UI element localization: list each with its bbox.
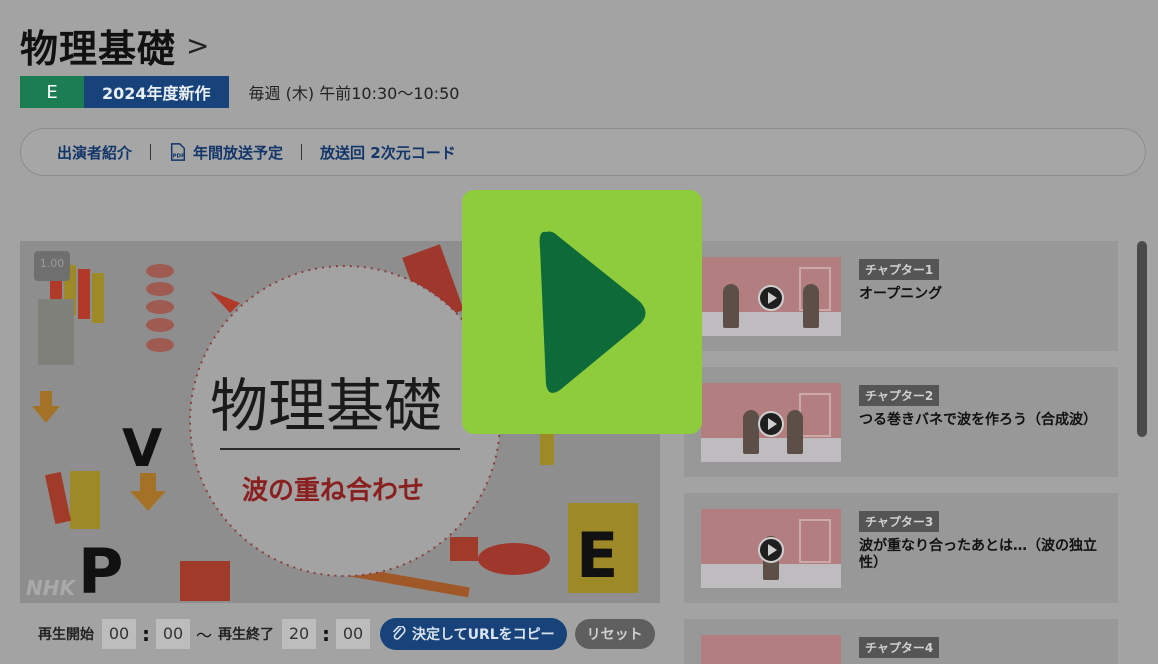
- chapter-list-scrollbar[interactable]: [1137, 241, 1147, 437]
- cast-link[interactable]: 出演者紹介: [57, 142, 132, 163]
- range-tilde: 〜: [196, 625, 213, 645]
- annual-schedule-label: 年間放送予定: [193, 143, 284, 162]
- chapter-thumbnail: [701, 383, 841, 462]
- pdf-icon-text: PDF: [173, 153, 185, 159]
- end-label: 再生終了: [218, 626, 275, 643]
- letter-p: P: [78, 535, 123, 603]
- channel-badge: E: [20, 76, 84, 108]
- annual-schedule-pdf-link[interactable]: PDF 年間放送予定: [169, 142, 283, 163]
- badge-row: E 2024年度新作 毎週 (木) 午前10:30～10:50: [20, 76, 459, 108]
- chapter-badge: チャプター4: [859, 637, 940, 658]
- start-label: 再生開始: [38, 626, 94, 643]
- play-circle-icon: [758, 537, 784, 563]
- reset-button[interactable]: リセット: [574, 618, 655, 649]
- chapter-item[interactable]: チャプター3 波が重なり合ったあとは…（波の独立性）: [684, 493, 1118, 603]
- nav-divider: [301, 144, 303, 160]
- chevron-right-icon[interactable]: >: [186, 29, 209, 62]
- program-nav-bar: 出演者紹介 PDF 年間放送予定 放送回 2次元コード: [20, 128, 1146, 176]
- play-circle-icon: [758, 285, 784, 311]
- chapter-title: つる巻きバネで波を作ろう（合成波）: [859, 412, 1097, 428]
- end-minute-input[interactable]: 20: [282, 618, 317, 649]
- qr-code-link[interactable]: 放送回 2次元コード: [320, 142, 456, 163]
- letter-e: E: [576, 519, 618, 592]
- end-colon: :: [322, 621, 331, 646]
- chapter-thumbnail: [701, 257, 841, 336]
- chapter-title: 波が重なり合ったあとは…（波の独立性）: [859, 538, 1097, 571]
- title-row: 物理基礎 >: [20, 18, 209, 73]
- chapter-badge: チャプター1: [859, 259, 940, 280]
- chapter-item[interactable]: チャプター4: [684, 619, 1118, 664]
- new-season-badge: 2024年度新作: [84, 76, 229, 108]
- chapter-title: オープニング: [859, 286, 943, 302]
- playback-range-controls: 再生開始 00 : 00 〜 再生終了 20 : 00 決定してURLをコピー …: [20, 603, 660, 664]
- start-colon: :: [142, 621, 150, 646]
- chapter-thumbnail: [701, 635, 841, 664]
- pdf-icon: PDF: [170, 143, 186, 161]
- letter-v: V: [122, 419, 162, 479]
- link-icon: [392, 625, 406, 640]
- nhk-watermark: NHK: [26, 576, 76, 600]
- start-second-input[interactable]: 00: [156, 618, 190, 649]
- end-second-input[interactable]: 00: [336, 618, 371, 649]
- broadcast-schedule: 毎週 (木) 午前10:30～10:50: [248, 84, 460, 103]
- page-title: 物理基礎: [20, 27, 177, 71]
- version-badge: 1.00: [34, 251, 70, 281]
- chapter-thumbnail: [701, 509, 841, 588]
- chapter-badge: チャプター2: [859, 385, 940, 406]
- video-subtitle-text: 波の重ね合わせ: [242, 475, 424, 506]
- chapter-item[interactable]: チャプター1 オープニング: [684, 241, 1118, 351]
- start-minute-input[interactable]: 00: [102, 618, 136, 649]
- copy-url-button[interactable]: 決定してURLをコピー: [380, 617, 567, 650]
- chapter-badge: チャプター3: [859, 511, 940, 532]
- copy-url-label: 決定してURLをコピー: [412, 626, 555, 643]
- chapter-item[interactable]: チャプター2 つる巻きバネで波を作ろう（合成波）: [684, 367, 1118, 477]
- play-circle-icon: [758, 411, 784, 437]
- big-play-icon[interactable]: [460, 188, 704, 436]
- nav-divider: [150, 144, 152, 160]
- video-title-text: 物理基礎: [210, 372, 442, 440]
